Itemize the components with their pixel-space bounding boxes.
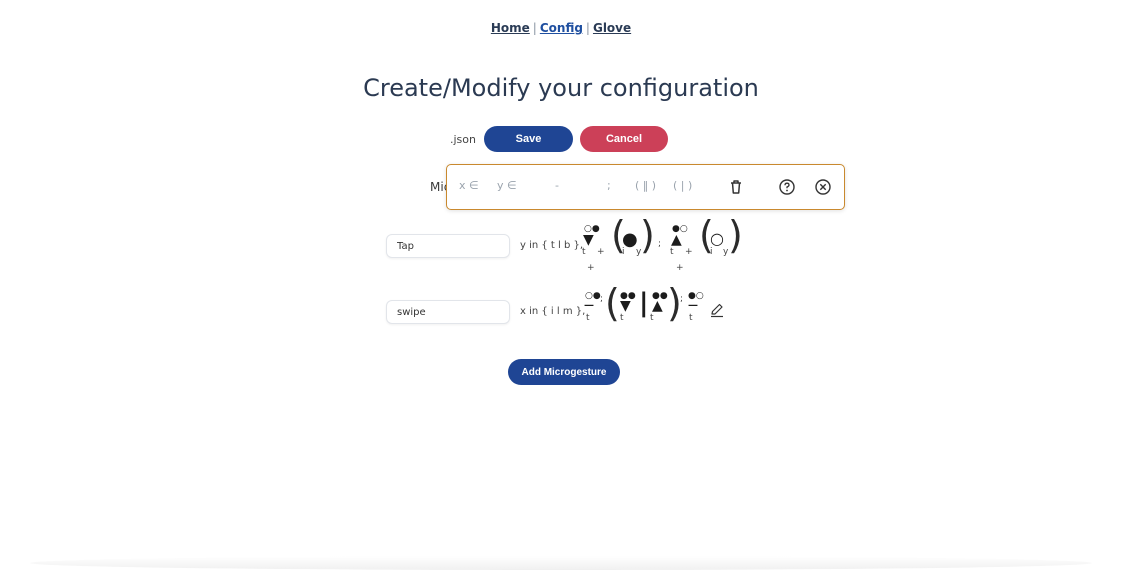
glyph-subscript: t: [650, 313, 654, 323]
page-title: Create/Modify your configuration: [363, 74, 759, 102]
up-triangle-icon: ▲: [671, 232, 682, 248]
file-extension-label: .json: [450, 132, 476, 146]
trash-icon[interactable]: [726, 177, 746, 197]
bar-icon: —: [688, 300, 698, 311]
bar-icon: —: [584, 300, 594, 311]
microgesture-toolbar: x ∈ y ∈ - ; ( ‖ ) ( | ): [446, 164, 845, 210]
nav-glove-link[interactable]: Glove: [593, 21, 631, 35]
open-paren: (: [605, 281, 620, 325]
pencil-icon[interactable]: [709, 302, 725, 318]
close-paren: ): [728, 213, 743, 257]
glyph-subscript: +: [676, 263, 684, 273]
toolbar-double-bar-group[interactable]: ( ‖ ): [635, 179, 656, 192]
down-triangle-icon: ▼: [620, 298, 631, 314]
toolbar-bar-group[interactable]: ( | ): [673, 179, 692, 192]
nav-home-link[interactable]: Home: [491, 21, 530, 35]
close-icon[interactable]: [813, 177, 833, 197]
nav-config-link[interactable]: Config: [540, 21, 583, 35]
glyph-subscript: t: [670, 247, 674, 257]
toolbar-x-in[interactable]: x ∈: [459, 179, 479, 192]
glyph-subscript: t: [620, 313, 624, 323]
add-microgesture-button[interactable]: Add Microgesture: [508, 359, 620, 385]
glyph-subscript: t: [586, 313, 590, 323]
nav-separator: |: [532, 21, 537, 35]
microgesture-name-input[interactable]: [386, 300, 510, 324]
glyph-separator: ;: [680, 294, 684, 304]
glyph-subscript: i: [622, 247, 625, 257]
cancel-button[interactable]: Cancel: [580, 126, 668, 152]
glyph-subscript: +: [597, 247, 605, 257]
microgesture-name-input[interactable]: [386, 234, 510, 258]
save-button[interactable]: Save: [484, 126, 573, 152]
close-paren: ): [640, 213, 655, 257]
glyph-subscript: i: [710, 247, 713, 257]
toolbar-y-in[interactable]: y ∈: [497, 179, 517, 192]
glyph-subscript: t: [582, 247, 586, 257]
open-circle-icon: ○: [710, 229, 724, 248]
glyph-subscript: +: [685, 247, 693, 257]
glyph-subscript: t: [689, 313, 693, 323]
divider-bar: |: [639, 288, 649, 318]
file-actions: .json Save Cancel: [450, 126, 668, 152]
page-footer-shadow: [30, 556, 1092, 570]
toolbar-semicolon[interactable]: ;: [607, 179, 611, 192]
up-triangle-icon: ▲: [652, 298, 663, 314]
microgesture-rule-text: x in { i l m },: [520, 306, 586, 317]
glyph-subscript: +: [587, 263, 595, 273]
top-nav: Home | Config | Glove: [0, 21, 1122, 35]
glyph-separator: ;: [600, 294, 604, 304]
help-icon[interactable]: [777, 177, 797, 197]
down-triangle-icon: ▼: [583, 232, 594, 248]
glyph-separator: ;: [658, 239, 662, 249]
microgesture-rule-text: y in { t l b },: [520, 240, 584, 251]
nav-separator: |: [585, 21, 590, 35]
toolbar-dash[interactable]: -: [555, 179, 559, 192]
